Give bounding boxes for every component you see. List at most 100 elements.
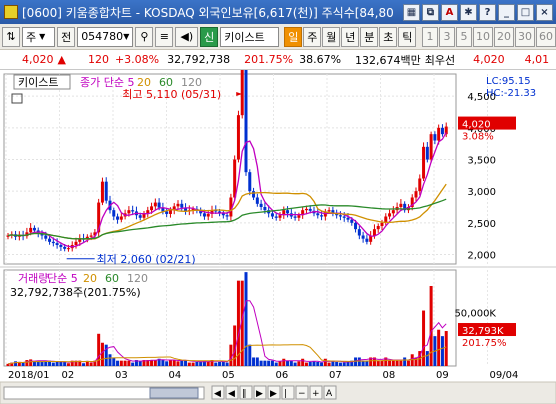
volume-bar — [244, 272, 248, 366]
x-tick-label: 06 — [276, 370, 289, 381]
market-select[interactable]: 주 ▼ — [22, 26, 56, 47]
candle-body — [380, 222, 384, 226]
interval-button-6[interactable]: 60 — [535, 26, 556, 47]
help-icon[interactable]: ? — [479, 3, 496, 21]
period-button-5[interactable]: 초 — [379, 26, 398, 47]
period-button-1[interactable]: 주 — [303, 26, 322, 47]
volume-bar — [40, 361, 44, 366]
volume-bar — [123, 360, 127, 366]
period-button-4[interactable]: 분 — [360, 26, 379, 47]
volume-bar — [59, 361, 63, 366]
grid-icon[interactable]: ▦ — [403, 3, 420, 21]
price-tick-label: 2,500 — [467, 219, 496, 230]
x-tick-label: 2018/01 — [8, 370, 50, 381]
candle-body — [104, 181, 108, 201]
candle-body — [225, 215, 229, 217]
ask-price: 4,020 — [473, 53, 505, 66]
volume-bar — [301, 358, 305, 366]
volume-bar — [127, 360, 131, 366]
volume-bar — [259, 360, 263, 366]
maximize-icon[interactable]: □ — [517, 3, 534, 21]
close-icon[interactable]: × — [536, 3, 553, 21]
period-buttons: 일주월년분초틱 — [284, 26, 417, 47]
current-price-label: 4,020 — [462, 120, 491, 131]
interval-button-4[interactable]: 20 — [493, 26, 514, 47]
interval-button-5[interactable]: 30 — [514, 26, 535, 47]
candle-body — [142, 213, 146, 218]
candle-body — [425, 146, 429, 160]
price-chart[interactable]: 4,5004,0003,5003,0002,5002,0002018/01020… — [0, 70, 556, 404]
chart-settings-icon[interactable]: ⇅ — [2, 26, 20, 47]
candle-body — [399, 203, 403, 207]
candle-body — [255, 197, 259, 204]
x-tick-label: 08 — [383, 370, 396, 381]
volume-bar — [395, 360, 399, 366]
market-select-value: 주 — [26, 30, 37, 44]
settings-icon[interactable]: ✱ — [460, 3, 477, 21]
volume-bar — [172, 360, 176, 366]
volume-bar — [327, 362, 331, 366]
candle-body — [338, 215, 342, 217]
volume-bar — [403, 357, 407, 366]
volume-bar — [55, 361, 59, 366]
volume-bar — [116, 360, 120, 366]
volume-bar — [263, 360, 267, 366]
volume-bar — [391, 360, 395, 366]
candle-body — [66, 248, 70, 250]
minimize-icon[interactable]: _ — [498, 3, 515, 21]
volume-bar — [85, 361, 89, 366]
interval-button-0[interactable]: 1 — [421, 26, 438, 47]
volume-bar — [297, 361, 301, 366]
volume-bar — [187, 362, 191, 366]
chart-toolbar: ⇅ 주 ▼ 전 054780 ▼ ⚲ ≡ ◀) 신 키이스트 일주월년분초틱 1… — [0, 24, 556, 50]
volume-bar — [274, 362, 278, 366]
search-icon[interactable]: ⚲ — [135, 26, 154, 47]
candle-body — [414, 191, 418, 198]
volume-bar — [323, 358, 327, 366]
current-volume-label: 32,793K — [462, 326, 504, 337]
candle-body — [165, 211, 169, 214]
x-tick-label: 05 — [222, 370, 235, 381]
volume-bar — [89, 362, 93, 366]
candle-body — [440, 127, 444, 135]
alert-icon[interactable]: A — [441, 3, 458, 21]
candle-body — [365, 238, 369, 242]
candle-body — [433, 134, 437, 141]
period-button-3[interactable]: 년 — [341, 26, 360, 47]
candle-body — [327, 210, 331, 212]
interval-button-1[interactable]: 3 — [438, 26, 455, 47]
volume-bar — [425, 351, 429, 366]
candle-body — [244, 70, 248, 173]
volume-bar — [165, 361, 169, 366]
link-icon[interactable]: ⧉ — [422, 3, 439, 21]
price-legend-item: 종가 단순 5 — [80, 76, 134, 89]
candle-body — [236, 115, 240, 160]
candle-body — [89, 235, 93, 237]
high-label: 최고 5,110 (05/31) — [122, 88, 221, 101]
speaker-icon[interactable]: ◀) — [175, 26, 199, 47]
prev-day-button[interactable]: 전 — [57, 26, 76, 47]
period-button-0[interactable]: 일 — [284, 26, 303, 47]
volume-bar — [422, 310, 426, 366]
interval-button-2[interactable]: 5 — [455, 26, 472, 47]
candle-body — [259, 203, 263, 207]
chevron-down-icon: ▼ — [123, 32, 130, 41]
best-ask-label: 최우선 — [424, 53, 456, 67]
candle-body — [100, 181, 104, 203]
period-button-6[interactable]: 틱 — [398, 26, 417, 47]
volume-bar — [320, 362, 324, 366]
candle-body — [346, 217, 350, 220]
candle-body — [176, 203, 180, 207]
volume-bar — [21, 362, 25, 366]
candle-body — [429, 134, 433, 160]
candle-body — [270, 213, 274, 217]
candle-body — [248, 172, 252, 192]
volume-bar — [221, 361, 225, 366]
volume-bar — [100, 342, 104, 366]
stock-code-input[interactable]: 054780 ▼ — [77, 26, 134, 47]
interval-button-3[interactable]: 10 — [472, 26, 493, 47]
volume-bar — [218, 361, 222, 366]
list-icon[interactable]: ≡ — [155, 26, 174, 47]
chart-scrollbar-thumb — [149, 387, 199, 399]
period-button-2[interactable]: 월 — [322, 26, 341, 47]
